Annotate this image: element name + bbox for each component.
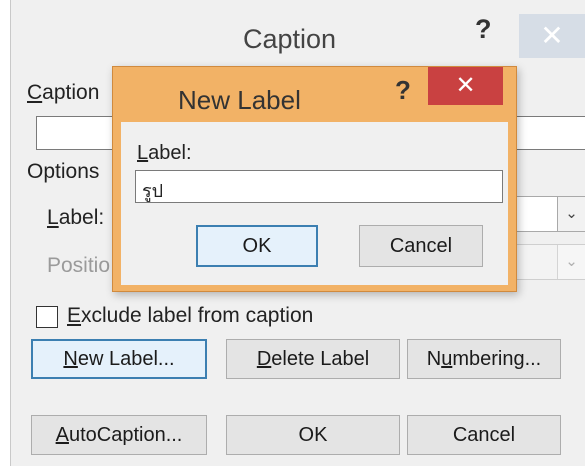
exclude-label-checkbox[interactable] — [36, 306, 58, 328]
exclude-label-text: Exclude label from caption — [67, 304, 314, 327]
caption-field-label: Caption — [27, 81, 100, 104]
numbering-button[interactable]: Nu mbering... — [407, 339, 561, 379]
delete-label-button[interactable]: Delete Label — [226, 339, 400, 379]
help-icon[interactable]: ? — [475, 14, 492, 45]
label-field-label: Label: — [47, 206, 105, 229]
close-icon[interactable]: ✕ — [519, 14, 585, 58]
new-label-dialog: New Label ? ✕ Label: รูป OK Cancel — [112, 66, 517, 292]
new-label-dialog-title: New Label — [178, 85, 301, 115]
help-icon[interactable]: ? — [395, 75, 411, 106]
chevron-down-icon[interactable]: ⌄ — [557, 197, 585, 231]
new-label-cancel-button[interactable]: Cancel — [359, 225, 483, 267]
position-field-label: Positio — [47, 254, 111, 277]
close-icon[interactable]: ✕ — [428, 67, 503, 105]
ok-button[interactable]: OK — [226, 415, 400, 455]
new-label-ok-button[interactable]: OK — [196, 225, 318, 267]
new-label-field-label: Label: — [137, 142, 192, 164]
new-label-dialog-body: Label: รูป OK Cancel — [121, 122, 508, 285]
cancel-button[interactable]: Cancel — [407, 415, 561, 455]
options-group-label: Options — [27, 160, 100, 183]
new-label-input[interactable]: รูป — [135, 170, 503, 203]
chevron-down-icon: ⌄ — [557, 245, 585, 279]
new-label-button[interactable]: New Label... — [31, 339, 207, 379]
caption-dialog-title: Caption — [243, 24, 337, 54]
autocaption-button[interactable]: AutoCaption... — [31, 415, 207, 455]
